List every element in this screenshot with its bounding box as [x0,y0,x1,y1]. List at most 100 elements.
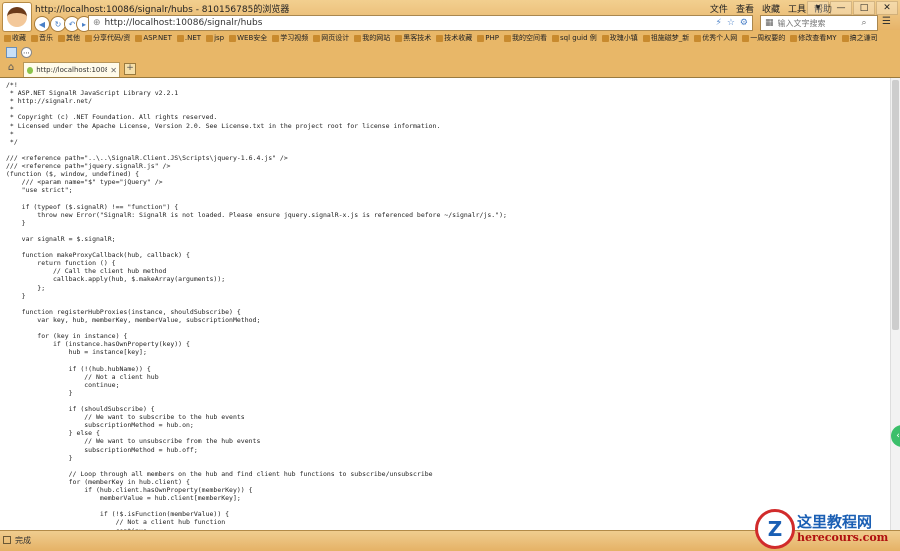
folder-icon [354,34,362,42]
bookmark-item[interactable]: ASP.NET [135,32,172,44]
code-line: } [6,453,73,462]
code-line: hub = instance[key]; [6,348,147,357]
bookmark-item[interactable]: 其他 [58,32,80,44]
code-line: function registerHubProxies(instance, sh… [6,307,241,316]
bookmark-label: 祖施磁梦_新 [650,34,690,42]
bookmark-label: 优秀个人网 [702,34,738,42]
new-tab-button[interactable]: + [124,63,136,75]
folder-icon [272,34,280,42]
bookmark-item[interactable]: 学习视频 [272,32,308,44]
code-line: // Call the client hub method [6,267,167,276]
bookmark-label: PHP [485,34,499,42]
bookmark-item[interactable]: 我的空间看 [503,32,547,44]
bookmark-item[interactable]: sql guid 例 [551,32,597,44]
minimize-icon[interactable]: — [830,1,852,15]
page-icon[interactable] [6,47,17,58]
code-line: if (!$.isFunction(memberValue)) { [6,510,230,519]
bookmark-label: 玫瑰小镇 [609,34,638,42]
code-line: subscriptionMethod = hub.on; [6,421,194,430]
bookmark-item[interactable]: 收藏 [4,32,26,44]
folder-icon [206,34,214,42]
folder-icon [477,34,485,42]
bookmark-label: 修改查看MY [798,34,837,42]
search-box[interactable]: ▦ ⌕ [760,15,878,31]
code-line: } [6,291,26,300]
bookmark-item[interactable]: 黑客技术 [395,32,431,44]
menu-icon[interactable]: ☰ [882,16,891,27]
address-input[interactable]: http://localhost:10086/signalr/hubs [105,18,712,28]
bookmark-item[interactable]: 分享代码/资 [85,32,130,44]
folder-icon [742,34,750,42]
folder-icon [229,34,237,42]
code-line: subscriptionMethod = hub.off; [6,445,198,454]
bookmark-item[interactable]: 玫瑰小镇 [601,32,638,44]
code-line: if (hub.client.hasOwnProperty(memberKey)… [6,486,253,494]
code-line: // We want to subscribe to the hub event… [6,413,245,422]
search-input[interactable] [777,18,858,28]
bookmark-label: 其他 [66,34,80,42]
search-icon[interactable]: ⌕ [862,18,867,28]
bookmark-label: jsp [214,34,225,42]
folder-icon [551,34,559,42]
bookmark-item[interactable]: WEB安全 [229,32,267,44]
bookmark-item[interactable]: .NET [176,32,202,44]
code-line: "use strict"; [6,186,73,195]
code-line: // We want to unsubscribe from the hub e… [6,437,261,446]
scrollbar-thumb[interactable] [892,80,899,330]
search-engine-icon[interactable]: ▦ [765,18,774,28]
maximize-icon[interactable]: □ [853,1,875,15]
globe-icon: ⊕ [93,18,101,28]
folder-icon [4,34,11,42]
navigation-bar: ◀ ↻ ↶ ▸ ⊕ http://localhost:10086/signalr… [0,14,900,32]
bookmark-item[interactable]: 祖施磁梦_新 [642,32,690,44]
code-line: throw new Error("SignalR: SignalR is not… [6,210,507,219]
vertical-scrollbar[interactable] [890,78,900,530]
code-line: if (!(hub.hubName)) { [6,364,151,373]
star-icon[interactable]: ☆ [727,18,735,28]
code-line: * ASP.NET SignalR JavaScript Library v2.… [6,89,179,98]
back-icon[interactable]: ◀ [34,16,50,32]
tab-current[interactable]: http://localhost:10086/ ✕ [23,62,120,77]
bookmark-item[interactable]: 技术收藏 [436,32,472,44]
bookmark-label: 黑客技术 [403,34,432,42]
watermark-logo: Z 这里教程网 herecours.com [755,509,900,550]
code-line: * http://signalr.net/ [6,97,93,106]
bookmark-label: 音乐 [39,34,53,42]
lightning-icon[interactable]: ⚡ [716,18,722,28]
bookmark-label: 搞之谦司 [849,34,878,42]
address-bar[interactable]: ⊕ http://localhost:10086/signalr/hubs ⚡ … [88,15,753,31]
settings-icon[interactable]: ⚙ [740,18,748,28]
code-line: if (typeof ($.signalR) !== "function") { [6,202,179,211]
bookmark-item[interactable]: 网页设计 [313,32,349,44]
status-page-icon [3,536,11,544]
code-line: /// <param name="$" type="jQuery" /> [6,178,163,187]
more-icon[interactable]: ⋯ [21,47,32,58]
code-line: * Licensed under the Apache License, Ver… [6,121,441,130]
tab-favicon [27,66,34,74]
bookmark-item[interactable]: 我的网站 [354,32,390,44]
close-icon[interactable]: ✕ [876,1,898,15]
bookmark-item[interactable]: 一周权要的 [742,32,785,44]
page-content[interactable]: /*! * ASP.NET SignalR JavaScript Library… [0,78,890,530]
folder-icon [841,34,849,42]
bookmark-item[interactable]: 优秀个人网 [694,32,737,44]
code-line: * Copyright (c) .NET Foundation. All rig… [6,113,218,122]
code-line: * [6,105,14,114]
bookmark-item[interactable]: jsp [206,32,224,44]
bookmark-item[interactable]: PHP [477,32,499,44]
tab-close-icon[interactable]: ✕ [110,66,117,75]
bookmark-label: .NET [184,34,202,42]
bookmark-label: sql guid 例 [559,34,597,42]
code-line: (function ($, window, undefined) { [6,170,140,179]
bookmark-item[interactable]: 修改查看MY [790,32,837,44]
code-line: // Loop through all members on the hub a… [6,469,433,478]
bookmark-item[interactable]: 音乐 [31,32,53,44]
code-line: for (key in instance) { [6,332,128,341]
watermark-letter: Z [767,517,783,541]
dropdown-icon[interactable]: ▾ [807,1,829,15]
code-line: } else { [6,429,100,438]
home-icon[interactable]: ⌂ [4,62,18,74]
bookmark-item[interactable]: 搞之谦司 [841,32,878,44]
bookmark-label: 技术收藏 [444,34,473,42]
folder-icon [313,34,321,42]
